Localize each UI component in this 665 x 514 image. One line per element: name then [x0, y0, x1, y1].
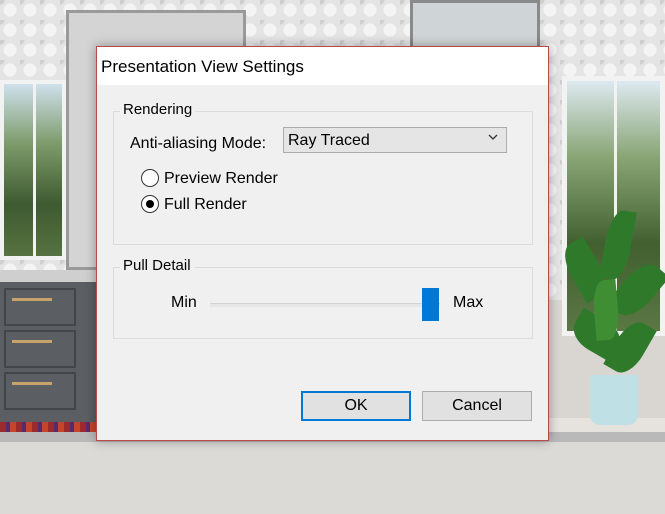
preview-render-radio[interactable]	[141, 169, 159, 187]
window	[0, 80, 66, 260]
plant-pot	[590, 375, 638, 425]
lower-cabinet	[0, 282, 96, 422]
full-render-label[interactable]: Full Render	[164, 196, 247, 214]
ok-button[interactable]: OK	[301, 391, 411, 421]
full-render-radio[interactable]	[141, 195, 159, 213]
plant	[557, 200, 665, 400]
title-bar[interactable]: Presentation View Settings	[97, 47, 548, 85]
cancel-button[interactable]: Cancel	[422, 391, 532, 421]
anti-aliasing-value: Ray Traced	[288, 132, 370, 149]
slider-min-label: Min	[171, 294, 197, 311]
chevron-down-icon	[488, 134, 498, 140]
countertop	[0, 270, 96, 282]
floor	[0, 432, 665, 514]
pull-detail-legend: Pull Detail	[120, 257, 194, 274]
pull-detail-slider-track[interactable]	[210, 303, 440, 307]
pull-detail-slider-thumb[interactable]	[422, 288, 439, 321]
anti-aliasing-select[interactable]: Ray Traced	[283, 127, 507, 153]
presentation-view-settings-dialog: Presentation View Settings Rendering Ant…	[96, 46, 549, 441]
rendering-legend: Rendering	[120, 101, 196, 118]
anti-aliasing-label: Anti-aliasing Mode:	[130, 135, 267, 152]
slider-max-label: Max	[453, 294, 484, 311]
radio-selected-dot	[146, 200, 154, 208]
dialog-title: Presentation View Settings	[101, 57, 304, 76]
preview-render-label[interactable]: Preview Render	[164, 170, 278, 188]
